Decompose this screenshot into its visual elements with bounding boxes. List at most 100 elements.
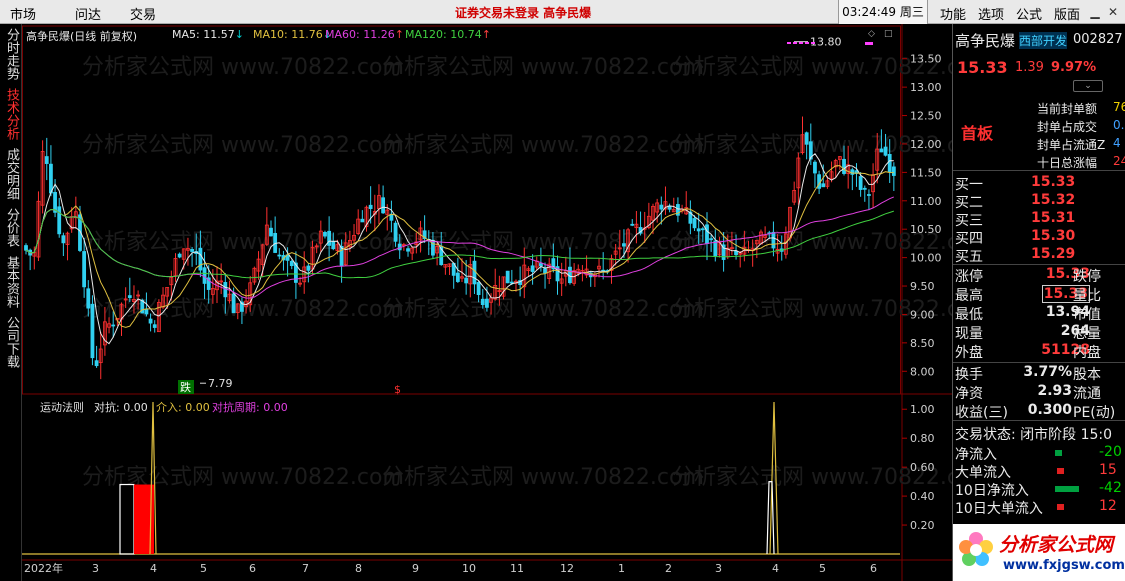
candle-body [771, 231, 776, 249]
tab-label: 技术分析 [4, 88, 19, 140]
menu-options[interactable]: 选项 [978, 4, 1004, 23]
tab-label: 成交明细 [4, 148, 19, 200]
flow-value: 15 [1099, 462, 1117, 478]
candle-body [659, 204, 664, 210]
candle-body [381, 197, 386, 214]
indicator-field-period: 对抗周期: 0.00 [212, 401, 288, 414]
candle-body [692, 218, 697, 229]
watermark-text: 分析家公式网 www.70822.com [382, 297, 704, 322]
menu-layout[interactable]: 版面 [1054, 4, 1080, 23]
bid-row[interactable]: 买三 15.31 [953, 210, 1125, 230]
stat-label: 收益(三) [955, 405, 1008, 421]
tab-profile[interactable]: 基本资料 [2, 256, 20, 312]
main-frame [22, 25, 901, 395]
candle-body [190, 249, 194, 252]
bid-label: 买五 [955, 249, 983, 265]
ma10-label: MA10: 11.76↓ [253, 28, 332, 41]
candle-body [148, 318, 153, 324]
flow-bar [1057, 468, 1064, 474]
candle-body [144, 308, 149, 315]
tab-intraday[interactable]: 分时走势 [2, 28, 20, 84]
bid-row[interactable]: 买一 15.33 [953, 174, 1125, 194]
stat-value: 3.77% [1023, 364, 1072, 380]
expand-icon[interactable]: ⌄ [1073, 80, 1103, 92]
bid-label: 买一 [955, 177, 983, 193]
candle-body [543, 268, 547, 274]
bid-row[interactable]: 买四 15.30 [953, 228, 1125, 248]
watermark-text: 分析家公式网 www.70822.com [382, 55, 704, 80]
candle-body [842, 158, 846, 174]
flow-bar [1055, 486, 1079, 492]
sub-bar-white [119, 483, 135, 555]
menu-trade[interactable]: 交易 [130, 4, 156, 23]
kline-svg[interactable]: 分析家公式网 www.70822.com分析家公式网 www.70822.com… [22, 24, 952, 581]
candle-body [505, 270, 510, 284]
low-marker-label: 7.79 [208, 377, 233, 390]
candle-body [94, 360, 99, 367]
seal-value: 4 [1113, 136, 1121, 150]
indicator-field-jieru: 介入: 0.00 [156, 401, 210, 414]
stat-label: 外盘 [955, 345, 983, 361]
candle-body [202, 267, 207, 284]
top-dash-marker [787, 42, 791, 44]
candle-body [850, 169, 855, 175]
chart-title: 高争民爆(日线 前复权) [26, 30, 138, 43]
price-tick-label: 8.00 [910, 365, 935, 378]
candle-body [82, 251, 87, 288]
candle-body [198, 247, 203, 271]
sub-tick-label: 0.80 [910, 432, 935, 445]
candle-body [90, 303, 95, 359]
candle-body [472, 260, 477, 285]
logo-area: 分析家公式网 www.fxjgsw.com [953, 524, 1125, 581]
tab-download[interactable]: 公司下载 [2, 316, 20, 372]
left-tab-bar: 分时走势 技术分析 成交明细 分价表 基本资料 公司下载 [0, 24, 22, 581]
menu-wenda[interactable]: 问达 [75, 4, 101, 23]
flow-bar [1057, 504, 1064, 510]
candle-body [61, 235, 66, 244]
tab-technical[interactable]: 技术分析 [2, 88, 20, 144]
candle-body [368, 204, 373, 209]
stat-label: 现量 [955, 326, 983, 342]
stat-label2: 跌停 [1073, 269, 1101, 285]
sector-tag[interactable]: 西部开发 [1019, 32, 1068, 49]
top-dash-marker [865, 42, 873, 45]
watermark-text: 分析家公式网 www.70822.com [382, 230, 704, 255]
bid-price: 15.29 [1031, 246, 1076, 262]
tab-trades[interactable]: 成交明细 [2, 148, 20, 204]
flow-label: 10日净流入 [955, 483, 1029, 499]
stat-label2: PE(动) [1073, 405, 1116, 421]
stat-label: 最低 [955, 307, 983, 323]
menu-market[interactable]: 市场 [10, 4, 36, 23]
candle-body [858, 176, 863, 190]
stat2-row: 收益(三) 0.300 PE(动) [953, 402, 1125, 422]
tab-price-table[interactable]: 分价表 [2, 208, 20, 251]
stock-header: 高争民爆 西部开发 002827 [953, 30, 1125, 50]
price-tick-label: 12.50 [910, 110, 942, 123]
stat-label: 最高 [955, 288, 983, 304]
trade-status: 交易状态: 闭市阶段 15:0 [953, 424, 1125, 444]
candle-body [530, 265, 535, 272]
candle-body [821, 183, 826, 188]
minimize-icon[interactable]: ▁ [1086, 3, 1104, 21]
flow-bar [1055, 450, 1062, 456]
menu-function[interactable]: 功能 [940, 4, 966, 23]
watermark-text: 分析家公式网 www.70822.com [82, 55, 404, 80]
bid-label: 买三 [955, 213, 983, 229]
stat-label2: 流通 [1073, 386, 1101, 402]
bid-row[interactable]: 买五 15.29 [953, 246, 1125, 266]
sub-tick-label: 0.40 [910, 490, 935, 503]
candle-body [269, 227, 273, 237]
stat-value: 0.300 [1027, 402, 1072, 418]
menu-formula[interactable]: 公式 [1016, 4, 1042, 23]
candle-body [713, 240, 718, 257]
kline-chart[interactable]: 分析家公式网 www.70822.com 分析家公式网 www.70822.com… [22, 24, 952, 581]
close-icon[interactable]: ✕ [1104, 3, 1122, 21]
x-axis-label: 3 [715, 562, 722, 575]
login-status-text[interactable]: 证券交易未登录 高争民爆 [455, 4, 591, 21]
bid-row[interactable]: 买二 15.32 [953, 192, 1125, 212]
ma120-text: MA120: 10.74 [405, 28, 482, 41]
candle-body [49, 163, 53, 194]
candle-body [509, 281, 514, 284]
candle-body [323, 232, 327, 237]
seal-row-3: 十日总涨幅 24 [953, 154, 1125, 174]
